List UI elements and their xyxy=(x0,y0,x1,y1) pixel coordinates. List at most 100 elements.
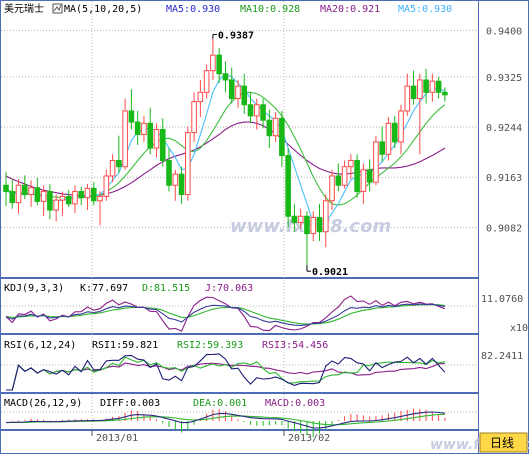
kdj-scale-label: x10 xyxy=(510,323,528,334)
candle-down xyxy=(366,169,373,183)
candle-up xyxy=(341,166,348,186)
candle-up xyxy=(197,91,204,103)
candle-down xyxy=(116,159,122,168)
candle-down xyxy=(216,54,222,75)
candle-down xyxy=(166,159,172,186)
candle-up xyxy=(122,110,128,168)
candle-down xyxy=(9,190,16,204)
ma20-value: MA20:0.921 xyxy=(320,4,380,15)
candle-up xyxy=(72,190,78,205)
kdj-k-value: K:77.697 xyxy=(80,283,128,294)
chart-window: www.fx678.comwww.fx678.com 0.94000.93250… xyxy=(0,0,529,454)
candle-up xyxy=(103,175,110,197)
ma5-value: MA5:0.930 xyxy=(166,4,220,15)
candle-up xyxy=(15,184,22,204)
ma-indicator-label: MA(5,10,20,5) xyxy=(64,4,142,15)
y-tick-label: 0.9244 xyxy=(486,123,522,134)
candle-up xyxy=(404,85,411,112)
candle-up xyxy=(28,187,34,196)
instrument-title: 美元瑞士 xyxy=(4,2,44,15)
candle-down xyxy=(435,80,442,93)
candle-up xyxy=(348,159,354,168)
candle-down xyxy=(128,110,135,123)
candle-down xyxy=(47,190,53,211)
candle-down xyxy=(78,190,85,199)
macd-diff-value: DIFF:0.003 xyxy=(100,398,160,409)
candle-up xyxy=(141,122,147,135)
candle-down xyxy=(134,121,141,135)
candle-down xyxy=(260,104,266,121)
kdj-j-value: J:70.063 xyxy=(205,283,253,294)
candle-up xyxy=(310,216,317,235)
candle-up xyxy=(210,54,216,72)
macd-indicator-label: MACD(26,12,9) xyxy=(4,398,82,409)
candle-down xyxy=(391,122,398,143)
kdj-d-value: D:81.515 xyxy=(142,283,190,294)
candle-down xyxy=(291,215,298,223)
kdj-indicator-label: KDJ(9,3,3) xyxy=(4,283,64,294)
candle-up xyxy=(172,173,179,186)
candle-up xyxy=(153,129,160,149)
candle-down xyxy=(423,79,429,93)
x-axis-label-2013-01: 2013/01 xyxy=(96,433,138,444)
candle-up xyxy=(40,190,47,202)
y-tick-label: 0.9163 xyxy=(486,173,522,184)
rsi-indicator-label: RSI(6,12,24) xyxy=(4,340,76,351)
candle-down xyxy=(90,187,97,202)
candle-up xyxy=(272,117,279,137)
candle-up xyxy=(109,159,116,177)
candle-up xyxy=(417,79,423,100)
annotation-label: 0.9387 xyxy=(218,30,254,41)
rsi1-value: RSI1:59.821 xyxy=(92,340,158,351)
candle-down xyxy=(247,104,254,117)
candle-down xyxy=(304,215,310,235)
candle-down xyxy=(65,195,72,205)
candle-up xyxy=(59,195,66,201)
candle-up xyxy=(398,110,404,143)
candle-down xyxy=(379,141,385,155)
candle-up xyxy=(373,141,379,183)
candle-down xyxy=(34,187,41,202)
candle-up xyxy=(385,122,392,155)
candle-down xyxy=(241,85,248,106)
candle-up xyxy=(84,187,91,199)
macd-dea-value: DEA:0.001 xyxy=(193,398,247,409)
candle-down xyxy=(285,155,291,217)
candle-up xyxy=(185,132,191,196)
candle-up xyxy=(329,175,335,202)
macd-value: MACD:0.003 xyxy=(265,398,325,409)
candle-up xyxy=(53,199,59,211)
candle-up xyxy=(360,169,367,192)
candle-down xyxy=(279,117,285,157)
candle-down xyxy=(22,184,28,196)
candle-down xyxy=(266,119,273,137)
rsi2-value: RSI2:59.393 xyxy=(177,340,243,351)
period-button-label[interactable]: 日线 xyxy=(490,436,514,450)
candle-down xyxy=(228,79,235,100)
candlestick-chart[interactable]: www.fx678.comwww.fx678.com 0.94000.93250… xyxy=(0,0,529,454)
x-axis-strip xyxy=(0,430,479,454)
candle-up xyxy=(297,215,304,223)
candle-down xyxy=(316,216,323,233)
candle-down xyxy=(442,91,448,96)
rsi3-value: RSI3:54.456 xyxy=(262,340,328,351)
candle-down xyxy=(335,175,342,186)
candle-up xyxy=(254,104,260,117)
y-tick-label: 0.9082 xyxy=(486,223,522,234)
x-axis-label-2013-02: 2013/02 xyxy=(288,433,330,444)
candle-down xyxy=(3,184,9,192)
candle-down xyxy=(410,85,417,100)
candle-down xyxy=(147,122,154,149)
candle-down xyxy=(159,129,166,161)
candle-up xyxy=(203,70,210,93)
candle-up xyxy=(235,85,241,100)
candle-up xyxy=(322,200,329,233)
candle-down xyxy=(222,73,229,81)
ma10-value: MA10:0.928 xyxy=(240,4,300,15)
annotation-label: 0.9021 xyxy=(312,267,348,278)
candle-down xyxy=(178,173,185,196)
candle-up xyxy=(97,195,103,202)
ma5b-value: MA5:0.930 xyxy=(398,4,452,15)
candle-up xyxy=(429,80,436,93)
candle-down xyxy=(354,159,360,192)
